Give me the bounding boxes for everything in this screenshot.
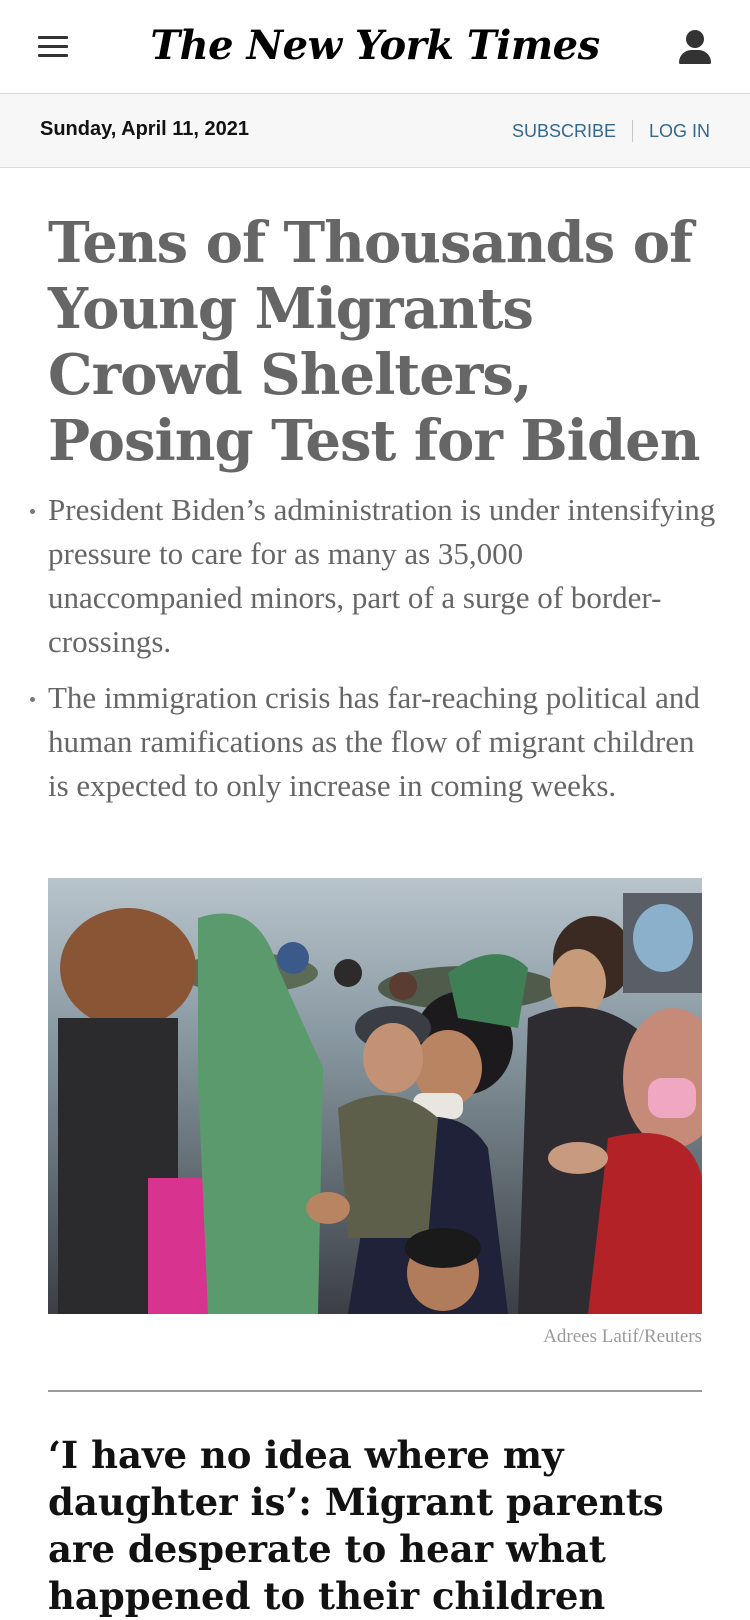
- nyt-logo[interactable]: The New York Times: [0, 22, 750, 69]
- date-bar: Sunday, April 11, 2021 SUBSCRIBE LOG IN: [0, 94, 750, 168]
- story-headline[interactable]: Tens of Thousands of Young Migrants Crow…: [48, 210, 708, 474]
- summary-text: The immigration crisis has far-reaching …: [48, 680, 700, 803]
- next-story-headline[interactable]: ‘I have no idea where my daughter is’: M…: [48, 1432, 708, 1620]
- story-photo[interactable]: [48, 878, 702, 1314]
- auth-links: SUBSCRIBE LOG IN: [512, 120, 710, 142]
- current-date: Sunday, April 11, 2021: [40, 118, 249, 140]
- migrants-photo-illustration: [48, 878, 702, 1314]
- masthead: The New York Times: [0, 0, 750, 94]
- photo-credit: Adrees Latif/Reuters: [543, 1326, 702, 1347]
- bullet-dot: [30, 697, 35, 702]
- user-account-icon[interactable]: [678, 30, 712, 66]
- summary-bullet: The immigration crisis has far-reaching …: [30, 676, 720, 808]
- bullet-dot: [30, 509, 35, 514]
- story-summary: President Biden’s administration is unde…: [30, 488, 720, 820]
- subscribe-link[interactable]: SUBSCRIBE: [512, 121, 616, 142]
- divider: [631, 120, 633, 142]
- summary-bullet: President Biden’s administration is unde…: [30, 488, 720, 664]
- summary-text: President Biden’s administration is unde…: [48, 492, 716, 659]
- login-link[interactable]: LOG IN: [649, 121, 710, 142]
- section-divider: [48, 1390, 702, 1392]
